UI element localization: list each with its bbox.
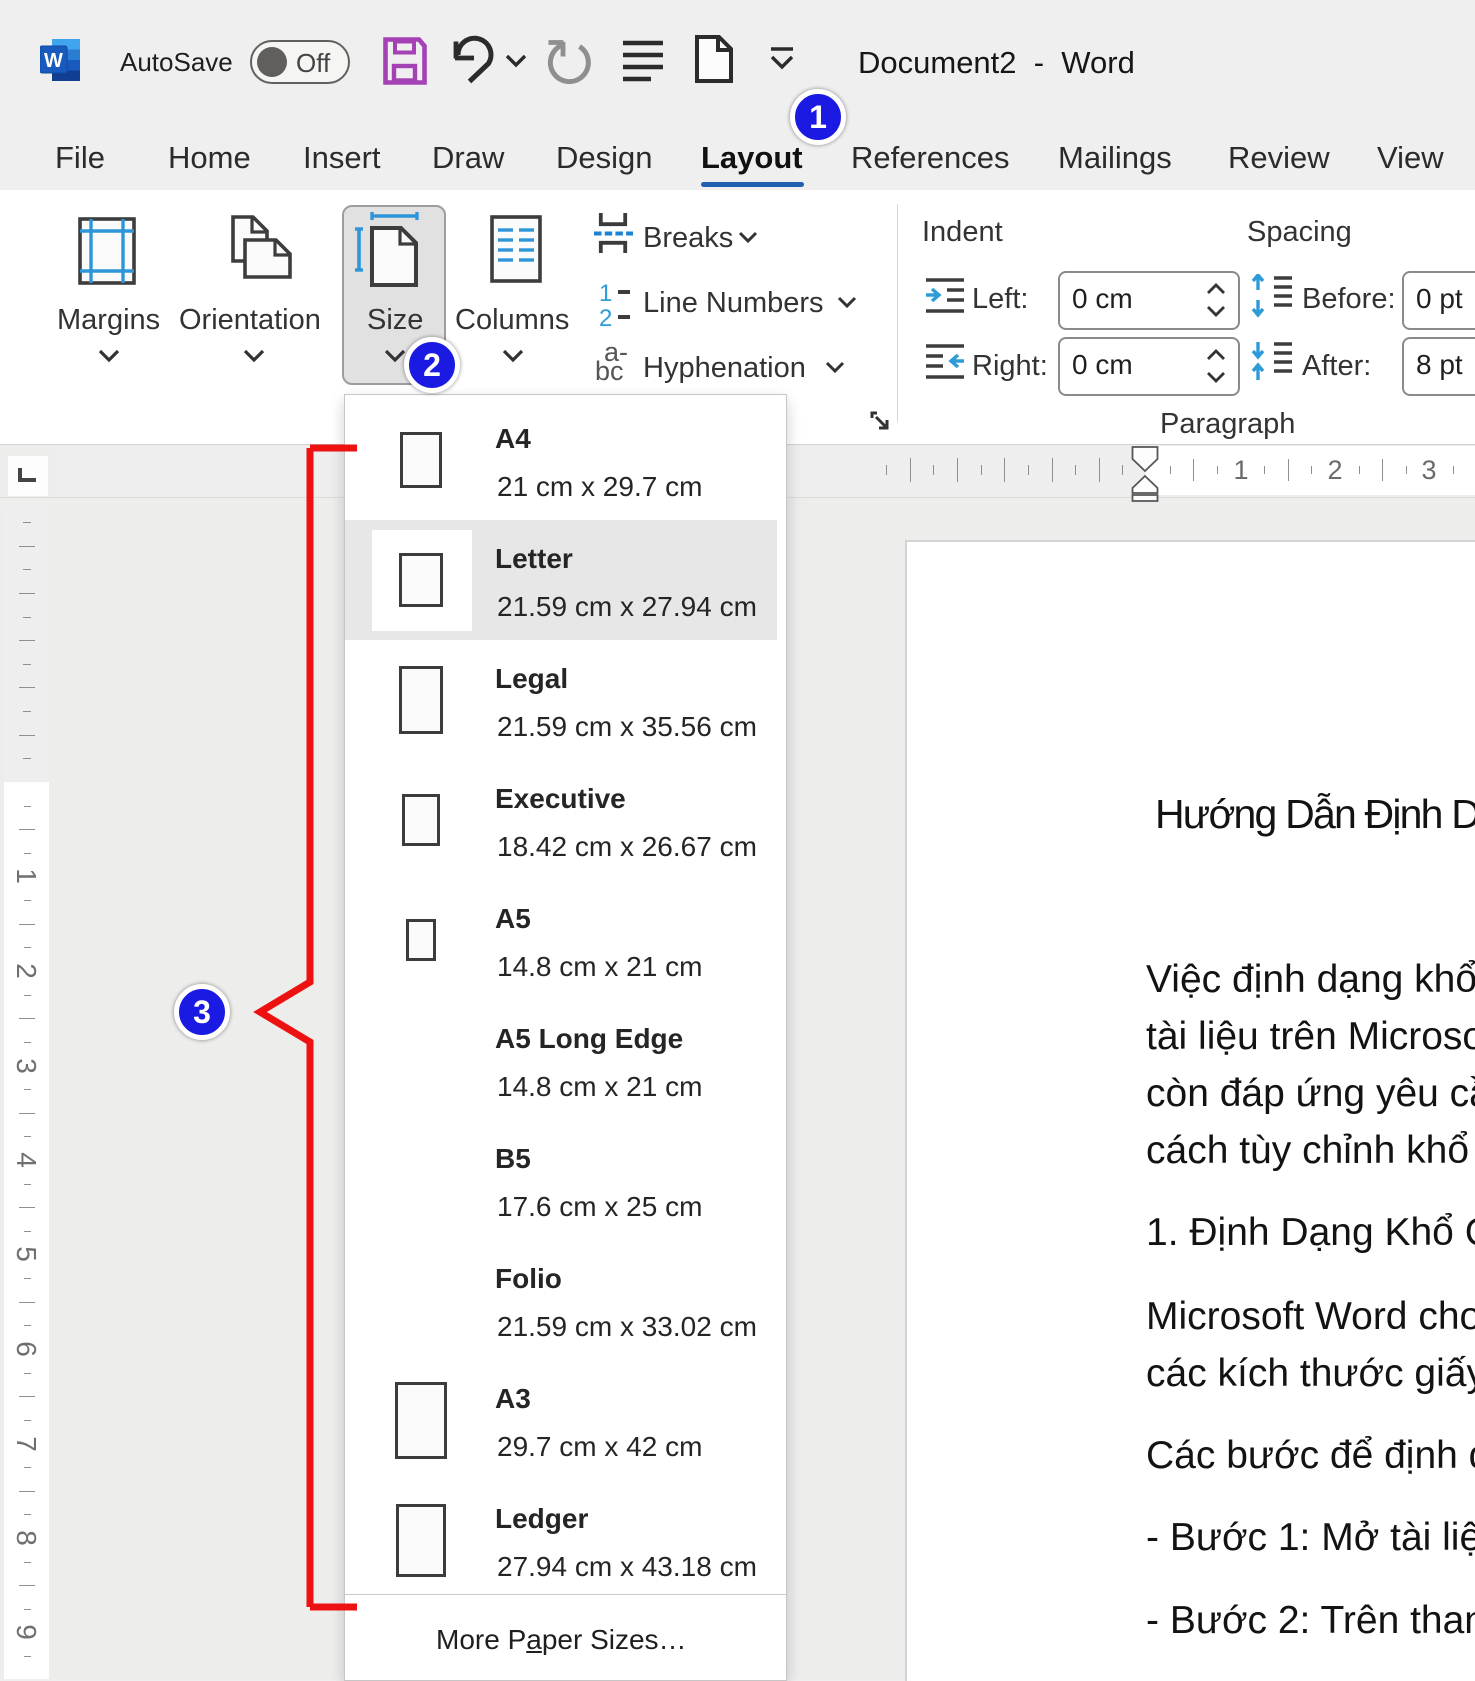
svg-text:1: 1 <box>599 282 612 307</box>
svg-text:2: 2 <box>599 305 612 328</box>
svg-text:W: W <box>44 50 63 72</box>
